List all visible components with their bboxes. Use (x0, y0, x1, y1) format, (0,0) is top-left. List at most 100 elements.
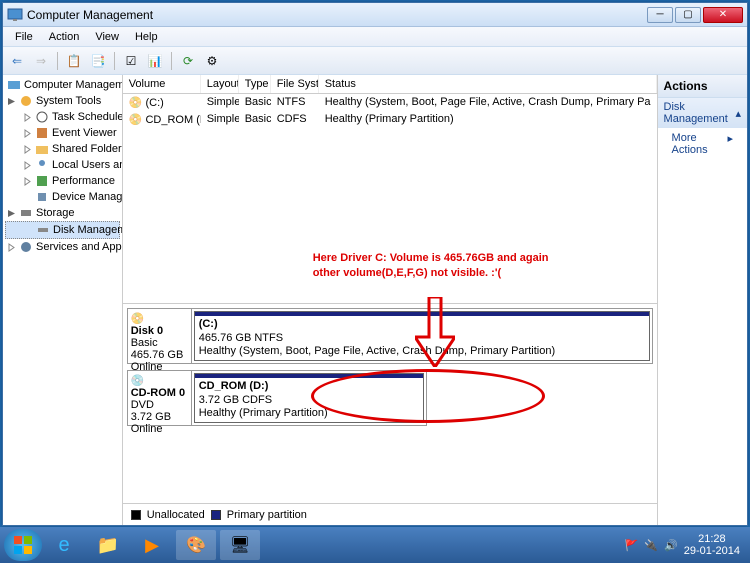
collapse-icon: ▴ (735, 107, 741, 120)
windows-logo-icon (13, 535, 33, 555)
disk-icon: 📀 (131, 312, 188, 325)
users-icon (35, 158, 49, 172)
taskbar-explorer[interactable]: 📁 (88, 530, 128, 560)
submenu-icon: ▸ (727, 132, 733, 156)
main-panel: Volume Layout Type File System Status 📀 … (123, 75, 658, 525)
tool-icon-3[interactable]: ☑ (121, 51, 141, 71)
taskbar[interactable]: e 📁 ▶ 🎨 🖥 🚩 🔌 🔊 21:28 29-01-2014 (0, 527, 750, 563)
actions-more[interactable]: More Actions ▸ (658, 128, 747, 160)
disk-block[interactable]: 📀 Disk 0 Basic 465.76 GB Online (C:) 465… (127, 308, 653, 364)
expand-icon[interactable] (23, 129, 32, 138)
tools-icon (19, 94, 33, 108)
disk-icon (36, 223, 50, 237)
tree-device-manager[interactable]: Device Manager (5, 189, 120, 205)
expand-icon[interactable] (23, 177, 32, 186)
expand-icon[interactable] (23, 161, 32, 170)
storage-icon (19, 206, 33, 220)
tool-icon-5[interactable]: ⚙ (202, 51, 222, 71)
disk-label[interactable]: 💿 CD-ROM 0 DVD 3.72 GB Online (128, 371, 192, 425)
disk-volume[interactable]: CD_ROM (D:) 3.72 GB CDFS Healthy (Primar… (194, 373, 424, 423)
app-icon (7, 7, 23, 23)
tree-disk-management[interactable]: Disk Management (5, 221, 120, 239)
clock-icon (35, 110, 49, 124)
tree-shared-folders[interactable]: Shared Folders (5, 141, 120, 157)
volume-row[interactable]: 📀 (C:) Simple Basic NTFS Healthy (System… (123, 94, 657, 111)
tray-clock[interactable]: 21:28 29-01-2014 (684, 533, 740, 557)
taskbar-mmc[interactable]: 🖥 (220, 530, 260, 560)
col-type[interactable]: Type (239, 75, 271, 93)
tree-event-viewer[interactable]: Event Viewer (5, 125, 120, 141)
tray-volume-icon[interactable]: 🔊 (664, 539, 678, 552)
menu-help[interactable]: Help (127, 29, 166, 45)
wmp-icon: ▶ (145, 535, 159, 556)
tool-icon-4[interactable]: 📊 (145, 51, 165, 71)
disk-graphical-view[interactable]: 📀 Disk 0 Basic 465.76 GB Online (C:) 465… (123, 304, 657, 503)
col-filesystem[interactable]: File System (271, 75, 319, 93)
collapse-icon[interactable] (7, 97, 16, 106)
device-icon (35, 190, 49, 204)
folder-icon: 📁 (97, 535, 119, 556)
col-status[interactable]: Status (319, 75, 657, 93)
expand-icon[interactable] (23, 113, 32, 122)
titlebar[interactable]: Computer Management ─ ▢ ✕ (3, 3, 747, 27)
ie-icon: e (58, 534, 69, 557)
event-icon (35, 126, 49, 140)
tree-root[interactable]: Computer Management (Local (5, 77, 120, 93)
tray-flag-icon[interactable]: 🚩 (625, 539, 639, 552)
mmc-icon (7, 78, 21, 92)
disk-block[interactable]: 💿 CD-ROM 0 DVD 3.72 GB Online CD_ROM (D:… (127, 370, 427, 426)
tree-panel[interactable]: Computer Management (Local System Tools … (3, 75, 123, 525)
taskbar-paint[interactable]: 🎨 (176, 530, 216, 560)
folder-icon (35, 142, 49, 156)
maximize-button[interactable]: ▢ (675, 7, 701, 23)
tree-systools[interactable]: System Tools (5, 93, 120, 109)
disk-volume[interactable]: (C:) 465.76 GB NTFS Healthy (System, Boo… (194, 311, 650, 361)
volume-row[interactable]: 📀 CD_ROM (D:) Simple Basic CDFS Healthy … (123, 111, 657, 128)
services-icon (19, 240, 33, 254)
tool-icon-1[interactable]: 📋 (64, 51, 84, 71)
tree-local-users[interactable]: Local Users and Groups (5, 157, 120, 173)
actions-disk-section[interactable]: Disk Management ▴ (658, 98, 747, 128)
taskbar-wmp[interactable]: ▶ (132, 530, 172, 560)
computer-management-window: Computer Management ─ ▢ ✕ File Action Vi… (2, 2, 748, 526)
disk-label[interactable]: 📀 Disk 0 Basic 465.76 GB Online (128, 309, 192, 363)
legend-unalloc-swatch (131, 510, 141, 520)
legend-primary-swatch (211, 510, 221, 520)
expand-icon[interactable] (23, 145, 32, 154)
taskbar-ie[interactable]: e (44, 530, 84, 560)
forward-button[interactable]: ⇒ (31, 51, 51, 71)
legend-primary-label: Primary partition (227, 509, 307, 521)
legend-unalloc-label: Unallocated (147, 509, 205, 521)
tree-performance[interactable]: Performance (5, 173, 120, 189)
menu-file[interactable]: File (7, 29, 41, 45)
paint-icon: 🎨 (186, 535, 206, 555)
toolbar: ⇐ ⇒ 📋 📑 ☑ 📊 ⟳ ⚙ (3, 47, 747, 75)
window-title: Computer Management (27, 8, 647, 22)
tool-icon-2[interactable]: 📑 (88, 51, 108, 71)
tree-task-scheduler[interactable]: Task Scheduler (5, 109, 120, 125)
cdrom-icon: 💿 (131, 374, 188, 387)
actions-header: Actions (658, 75, 747, 98)
tray-network-icon[interactable]: 🔌 (644, 539, 658, 552)
volume-list[interactable]: 📀 (C:) Simple Basic NTFS Healthy (System… (123, 94, 657, 304)
menu-action[interactable]: Action (41, 29, 88, 45)
system-tray[interactable]: 🚩 🔌 🔊 21:28 29-01-2014 (619, 533, 746, 557)
refresh-button[interactable]: ⟳ (178, 51, 198, 71)
tree-services[interactable]: Services and Applications (5, 239, 120, 255)
tree-storage[interactable]: Storage (5, 205, 120, 221)
expand-icon[interactable] (7, 243, 16, 252)
col-volume[interactable]: Volume (123, 75, 201, 93)
actions-panel: Actions Disk Management ▴ More Actions ▸ (658, 75, 747, 525)
menubar: File Action View Help (3, 27, 747, 47)
legend: Unallocated Primary partition (123, 503, 657, 525)
mmc-icon: 🖥 (230, 535, 250, 555)
start-button[interactable] (4, 529, 42, 561)
collapse-icon[interactable] (7, 209, 16, 218)
menu-view[interactable]: View (87, 29, 127, 45)
col-layout[interactable]: Layout (201, 75, 239, 93)
close-button[interactable]: ✕ (703, 7, 743, 23)
perf-icon (35, 174, 49, 188)
minimize-button[interactable]: ─ (647, 7, 673, 23)
volume-list-header[interactable]: Volume Layout Type File System Status (123, 75, 657, 94)
back-button[interactable]: ⇐ (7, 51, 27, 71)
